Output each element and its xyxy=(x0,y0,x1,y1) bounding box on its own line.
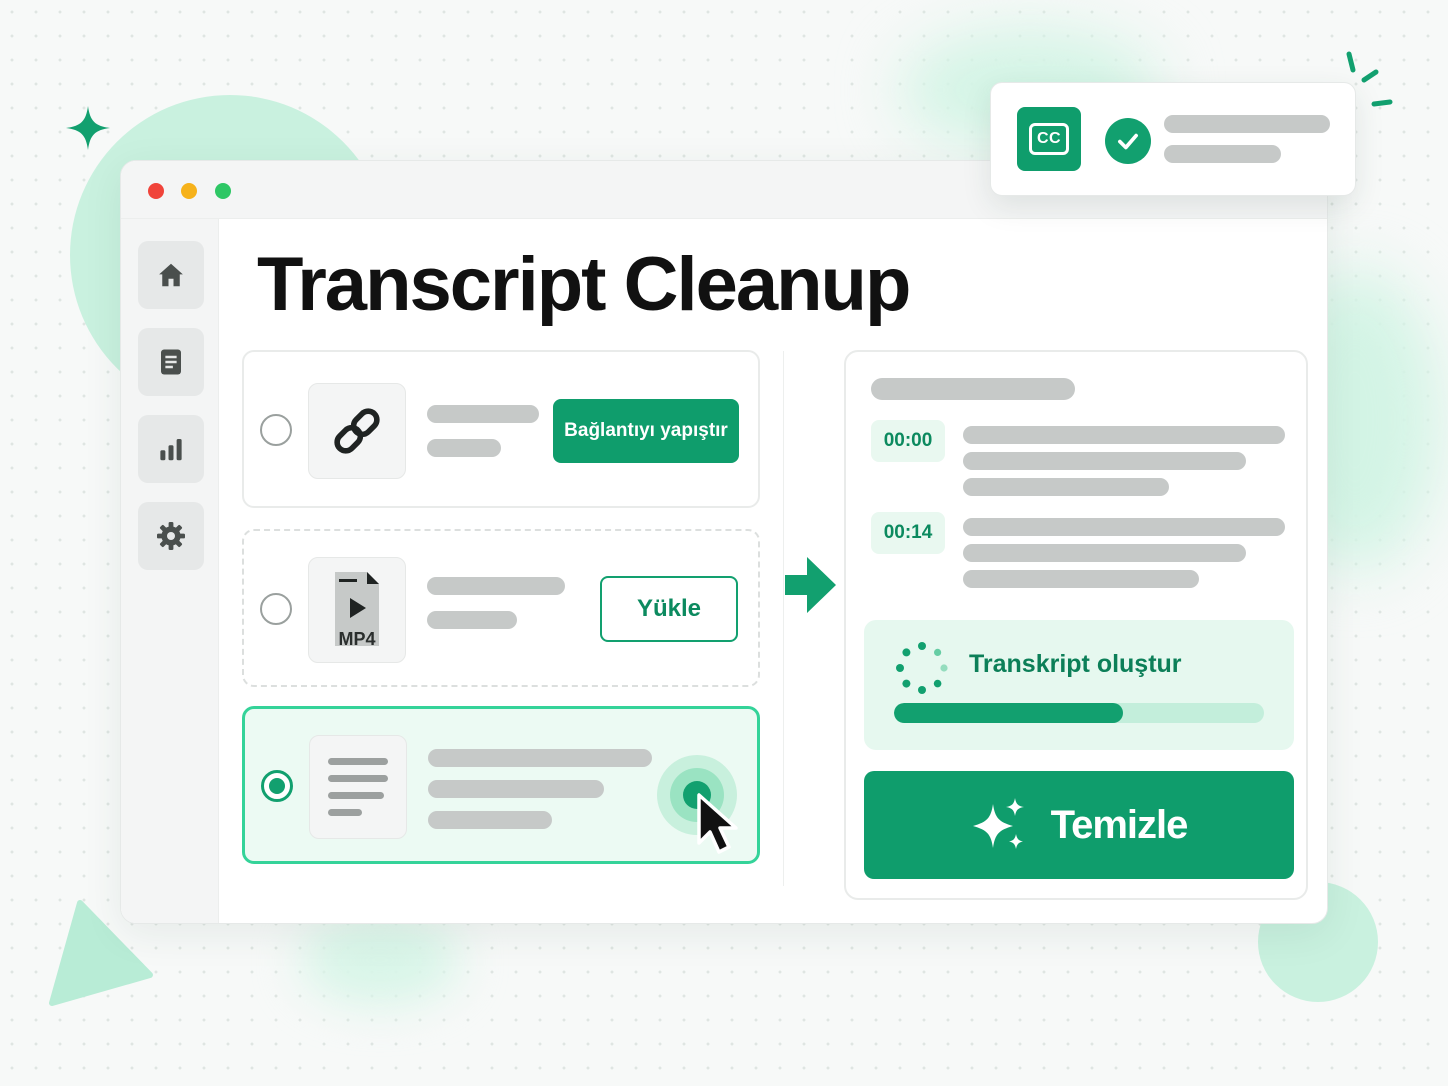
minimize-window-button[interactable] xyxy=(181,183,197,199)
loading-spinner-icon xyxy=(896,642,948,694)
sparkle-icon xyxy=(66,106,110,150)
section-divider xyxy=(783,351,784,886)
placeholder-line xyxy=(427,577,565,595)
file-type-label: MP4 xyxy=(338,629,376,649)
page-title: Transcript Cleanup xyxy=(257,242,911,327)
progress-fill xyxy=(894,703,1124,723)
sidebar-item-analytics[interactable] xyxy=(138,415,204,483)
arrow-right-icon xyxy=(785,557,836,613)
sidebar xyxy=(121,219,219,923)
background-glow xyxy=(300,915,460,1005)
source-option-link[interactable]: Bağlantıyı yapıştır xyxy=(242,350,760,508)
link-icon xyxy=(334,408,380,454)
notification-placeholder-line xyxy=(1164,145,1281,163)
caption-ready-notification: CC xyxy=(990,82,1356,196)
chart-icon xyxy=(160,439,182,461)
timestamp-badge: 00:00 xyxy=(871,420,945,462)
video-file-icon-box: MP4 xyxy=(308,557,406,663)
check-icon xyxy=(1105,118,1151,164)
document-icon xyxy=(161,349,181,375)
transcript-line xyxy=(963,544,1246,562)
home-icon xyxy=(159,263,183,287)
transcript-line xyxy=(963,452,1246,470)
transcript-line xyxy=(963,478,1169,496)
progress-track xyxy=(894,703,1264,723)
upload-button[interactable]: Yükle xyxy=(600,576,738,642)
cursor-click-icon xyxy=(657,755,738,854)
notification-placeholder-line xyxy=(1164,115,1330,133)
gear-icon xyxy=(157,522,185,550)
clean-button[interactable]: Temizle xyxy=(864,771,1294,879)
clean-button-label: Temizle xyxy=(1050,802,1189,847)
sidebar-item-settings[interactable] xyxy=(138,502,204,570)
closed-captions-icon: CC xyxy=(1017,107,1081,171)
transcript-panel: 00:00 00:14 Transkript oluştur Temizle xyxy=(844,350,1308,900)
transcript-line xyxy=(963,518,1285,536)
placeholder-line xyxy=(428,780,604,798)
link-icon-box xyxy=(308,383,406,479)
sidebar-item-documents[interactable] xyxy=(138,328,204,396)
placeholder-line xyxy=(427,439,501,457)
panel-title-placeholder xyxy=(871,378,1075,400)
sidebar-item-home[interactable] xyxy=(138,241,204,309)
progress-label: Transkript oluştur xyxy=(969,650,1182,678)
paste-link-button[interactable]: Bağlantıyı yapıştır xyxy=(553,399,739,463)
transcript-line xyxy=(963,570,1199,588)
generate-transcript-progress: Transkript oluştur xyxy=(864,620,1294,750)
maximize-window-button[interactable] xyxy=(215,183,231,199)
radio-text-selected[interactable] xyxy=(261,770,293,802)
source-option-text[interactable] xyxy=(242,706,760,864)
placeholder-line xyxy=(428,811,552,829)
placeholder-line xyxy=(427,405,539,423)
placeholder-line xyxy=(428,749,652,767)
text-lines-icon xyxy=(328,758,388,816)
timestamp-badge: 00:14 xyxy=(871,512,945,554)
app-window: Transcript Cleanup Bağlantıyı yapıştır M… xyxy=(120,160,1328,924)
close-window-button[interactable] xyxy=(148,183,164,199)
text-icon-box xyxy=(309,735,407,839)
radio-link[interactable] xyxy=(260,414,292,446)
source-option-file[interactable]: MP4 Yükle xyxy=(242,529,760,687)
transcript-line xyxy=(963,426,1285,444)
placeholder-line xyxy=(427,611,517,629)
sparkle-icon xyxy=(972,798,1024,849)
radio-file[interactable] xyxy=(260,593,292,625)
